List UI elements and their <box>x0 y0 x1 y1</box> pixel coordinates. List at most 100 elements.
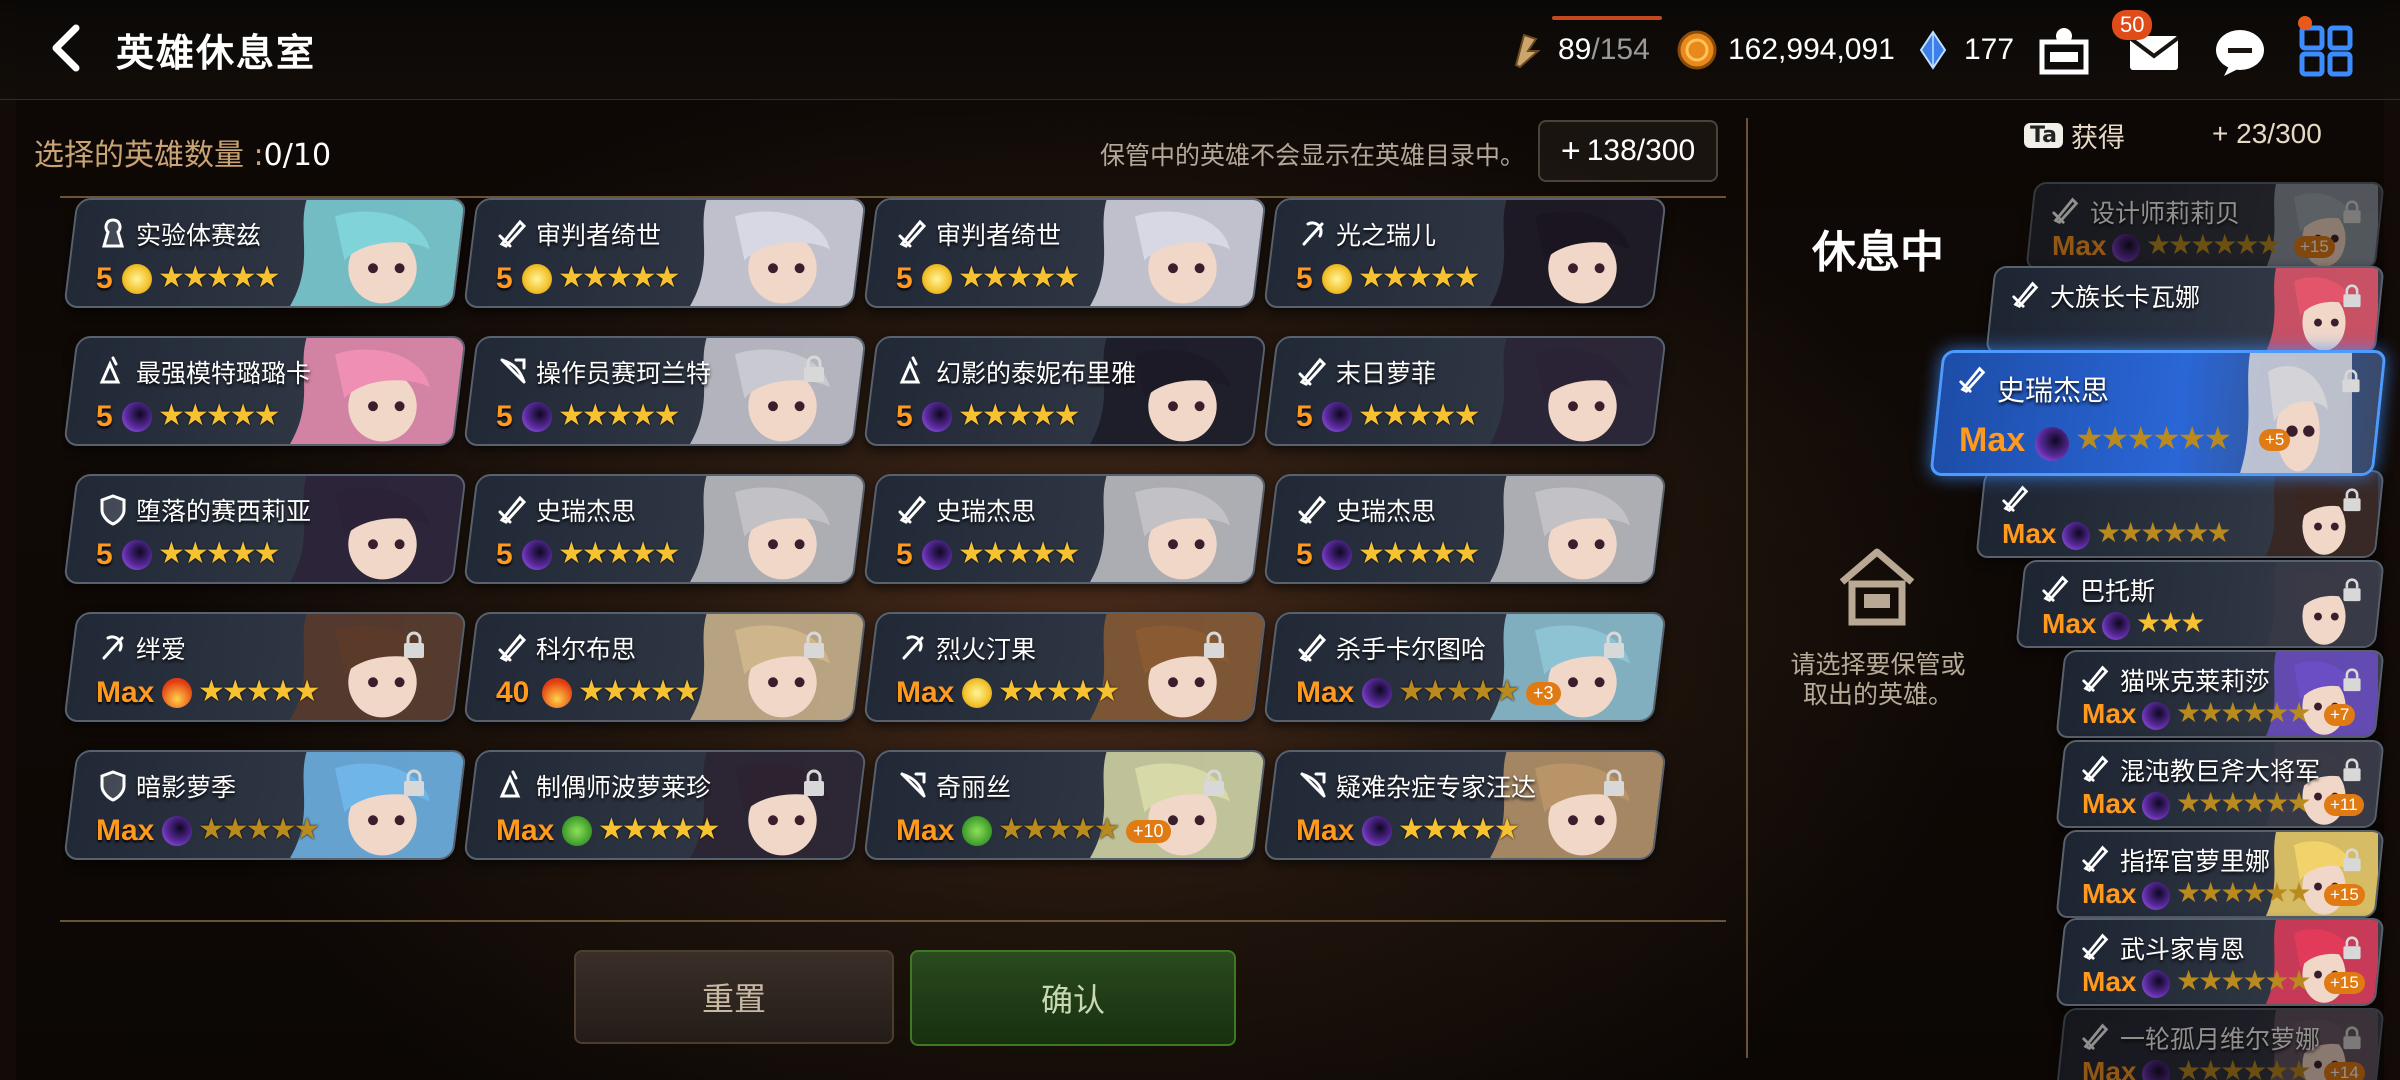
moon-element-icon <box>2142 702 2170 730</box>
hero-card[interactable]: 史瑞杰思 5 ★★★★★ <box>863 474 1267 584</box>
guild-hall-icon[interactable] <box>2034 22 2094 80</box>
resting-hero-card[interactable]: Max ★★★★★★ <box>1975 470 2385 558</box>
hero-name: 实验体赛兹 <box>136 221 262 250</box>
hero-level: 5 <box>1296 262 1313 295</box>
resting-hero-card[interactable]: 大族长卡瓦娜 <box>1985 266 2385 354</box>
crystal-icon <box>1919 30 1947 70</box>
crystal-counter[interactable]: 177 <box>1912 26 2014 74</box>
hero-level: Max <box>96 676 155 709</box>
sort-acquire-button[interactable]: Ta 获得 <box>2024 116 2125 155</box>
lock-icon[interactable] <box>2340 934 2364 962</box>
resting-hero-content: 设计师莉莉贝 Max ★★★★★★ +15 <box>2032 184 2378 270</box>
knight-class-icon <box>2082 665 2109 692</box>
enhance-badge: +7 <box>2324 704 2356 726</box>
stamina-counter[interactable]: 89 /154 <box>1506 26 1650 74</box>
sort-tag-icon: Ta <box>2024 123 2064 148</box>
lock-icon[interactable] <box>2340 756 2364 784</box>
lock-icon[interactable] <box>2340 198 2364 226</box>
lock-icon[interactable] <box>2340 846 2364 874</box>
lock-icon[interactable] <box>400 768 428 798</box>
star-rating: ★★★★★★ <box>2146 228 2279 261</box>
lock-icon[interactable] <box>800 768 828 798</box>
storage-capacity-button[interactable]: + 138/300 <box>1538 120 1718 182</box>
lock-icon[interactable] <box>1600 768 1628 798</box>
hero-level: 5 <box>96 400 113 433</box>
hero-card[interactable]: 杀手卡尔图哈 Max ★★★★★ +3 <box>1263 612 1667 722</box>
star-rating: ★★★★★ <box>558 260 678 295</box>
hero-card[interactable]: 最强模特璐璐卡 5 ★★★★★ <box>63 336 467 446</box>
resting-hero-card[interactable]: 史瑞杰思 Max ★★★★★★ +5 <box>1929 350 2387 476</box>
hero-card[interactable]: 疑难杂症专家汪达 Max ★★★★★ <box>1263 750 1667 860</box>
lock-icon[interactable] <box>1200 768 1228 798</box>
resting-hero-card[interactable]: 武斗家肯恩 Max ★★★★★★ +15 <box>2055 918 2385 1006</box>
moon-element-icon <box>2035 427 2069 461</box>
lock-icon[interactable] <box>2340 576 2364 604</box>
lock-icon[interactable] <box>2340 666 2364 694</box>
warrior-class-icon <box>902 635 924 660</box>
hero-card[interactable]: 审判者绮世 5 ★★★★★ <box>863 198 1267 308</box>
resting-hero-content: 武斗家肯恩 Max ★★★★★★ +15 <box>2062 920 2378 1006</box>
hero-card-content: 绊爱 Max ★★★★★ <box>72 614 467 722</box>
star-rating: ★★★★★ <box>1398 674 1518 709</box>
hero-card[interactable]: 绊爱 Max ★★★★★ <box>63 612 467 722</box>
lock-icon[interactable] <box>2340 282 2364 310</box>
sort-acquire-label: 获得 <box>2071 123 2126 154</box>
star-rating: ★★★★★ <box>1358 398 1478 433</box>
hero-level: 5 <box>496 538 513 571</box>
resting-hero-card[interactable]: 设计师莉莉贝 Max ★★★★★★ +15 <box>2025 182 2385 270</box>
hero-card[interactable]: 制偶师波萝莱珍 Max ★★★★★ <box>463 750 867 860</box>
resting-capacity[interactable]: + 23/300 <box>2212 118 2322 150</box>
hero-card[interactable]: 幻影的泰妮布里雅 5 ★★★★★ <box>863 336 1267 446</box>
star-rating: ★★★★★★ <box>2075 419 2230 457</box>
hero-card[interactable]: 烈火汀果 Max ★★★★★ <box>863 612 1267 722</box>
lock-icon[interactable] <box>1200 630 1228 660</box>
resting-hero-card[interactable]: 一轮孤月维尔萝娜 Max ★★★★★★ +14 <box>2055 1008 2385 1080</box>
hero-card[interactable]: 奇丽丝 Max ★★★★★ +10 <box>863 750 1267 860</box>
lock-icon[interactable] <box>400 630 428 660</box>
hero-card[interactable]: 操作员赛珂兰特 5 ★★★★★ <box>463 336 867 446</box>
ranger-class-icon <box>500 358 526 384</box>
resting-hero-name: 猫咪克莱莉莎 <box>2120 667 2271 696</box>
hero-card-content: 史瑞杰思 5 ★★★★★ <box>472 476 867 584</box>
hero-card[interactable]: 末日萝菲 5 ★★★★★ <box>1263 336 1667 446</box>
resting-hero-card[interactable]: 巴托斯 Max ★★★ <box>2015 560 2385 648</box>
hero-card[interactable]: 史瑞杰思 5 ★★★★★ <box>463 474 867 584</box>
star-rating: ★★★★★ <box>998 674 1118 709</box>
moon-element-icon <box>2112 234 2140 262</box>
lock-icon[interactable] <box>1600 630 1628 660</box>
hero-card[interactable]: 暗影萝季 Max ★★★★★ <box>63 750 467 860</box>
hero-name: 暗影萝季 <box>136 773 237 802</box>
enhance-badge: +3 <box>1526 682 1561 705</box>
resting-hero-card[interactable]: 混沌教巨斧大将军 Max ★★★★★★ +11 <box>2055 740 2385 828</box>
gold-counter[interactable]: 162,994,091 <box>1676 26 1895 74</box>
resting-hero-card[interactable]: 指挥官萝里娜 Max ★★★★★★ +15 <box>2055 830 2385 918</box>
lock-icon[interactable] <box>800 354 828 384</box>
hero-card-content: 奇丽丝 Max ★★★★★ +10 <box>872 752 1267 860</box>
knight-class-icon <box>2042 575 2069 602</box>
menu-grid-icon[interactable] <box>2296 22 2356 80</box>
moon-element-icon <box>1322 540 1352 570</box>
resting-hero-level: Max <box>2002 518 2057 549</box>
reset-button[interactable]: 重置 <box>574 950 894 1044</box>
gold-coin-icon <box>1677 30 1717 70</box>
hero-card[interactable]: 堕落的赛西莉亚 5 ★★★★★ <box>63 474 467 584</box>
hero-name: 烈火汀果 <box>936 635 1037 664</box>
confirm-button[interactable]: 确认 <box>910 950 1236 1046</box>
hero-card[interactable]: 审判者绮世 5 ★★★★★ <box>463 198 867 308</box>
hero-card[interactable]: 史瑞杰思 5 ★★★★★ <box>1263 474 1667 584</box>
lock-icon[interactable] <box>2340 1024 2364 1052</box>
hero-card[interactable]: 实验体赛兹 5 ★★★★★ <box>63 198 467 308</box>
knight-class-icon <box>498 219 527 248</box>
hero-card[interactable]: 科尔布思 40 ★★★★★ <box>463 612 867 722</box>
lock-icon[interactable] <box>2339 367 2363 395</box>
ranger-class-icon <box>900 772 926 798</box>
hero-card[interactable]: 光之瑞儿 5 ★★★★★ <box>1263 198 1667 308</box>
hero-grid[interactable]: 5★★★★★5★★★★★5★★★★★Max★★★★★实验体赛兹5★★★★★审判者… <box>62 198 1724 920</box>
lock-icon[interactable] <box>2340 486 2364 514</box>
chat-icon[interactable] <box>2210 22 2270 80</box>
hero-card-content: 操作员赛珂兰特 5 ★★★★★ <box>472 338 867 446</box>
resting-hero-card[interactable]: 猫咪克莱莉莎 Max ★★★★★★ +7 <box>2055 650 2385 738</box>
lock-icon[interactable] <box>800 630 828 660</box>
back-button[interactable] <box>40 18 100 78</box>
hero-portrait <box>687 200 867 308</box>
